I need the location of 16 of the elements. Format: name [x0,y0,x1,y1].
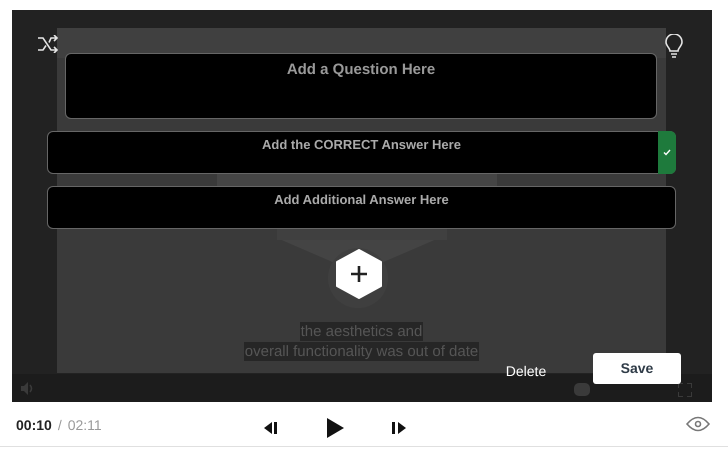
total-time: 02:11 [68,416,102,435]
add-button[interactable] [335,249,383,299]
lightbulb-icon[interactable] [664,34,684,58]
current-time: 00:10 [16,416,52,435]
question-field[interactable]: Add a Question Here [65,53,657,119]
delete-button[interactable]: Delete [498,360,554,382]
shuffle-icon[interactable] [37,35,59,53]
correct-marker[interactable] [658,131,676,174]
eye-icon[interactable] [686,416,710,432]
play-icon[interactable] [327,418,344,438]
next-icon[interactable] [392,421,406,435]
answer-field[interactable]: Add Additional Answer Here [47,186,676,229]
time-separator: / [58,416,62,435]
save-button[interactable]: Save [593,353,681,384]
check-icon [663,149,671,156]
previous-icon[interactable] [264,421,278,435]
